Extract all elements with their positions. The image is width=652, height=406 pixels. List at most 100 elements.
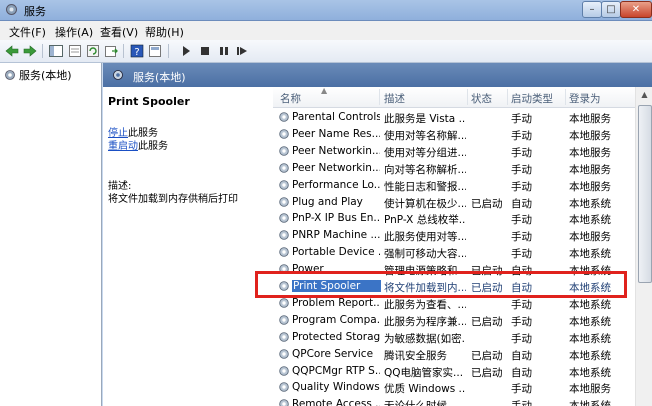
- restart-service-icon[interactable]: [234, 43, 250, 59]
- service-description: 无论什么时候...: [384, 398, 466, 406]
- svg-text:?: ?: [134, 47, 139, 58]
- service-row[interactable]: PNRP Machine ... 此服务使用对等... 手动 本地服务: [273, 227, 635, 244]
- service-row[interactable]: Protected Storage 为敏感数据(如密... 手动 本地系统: [273, 329, 635, 346]
- service-description: 此服务是 Vista ...: [384, 113, 466, 125]
- service-row[interactable]: QPCore Service 腾讯安全服务 已启动 自动 本地系统: [273, 346, 635, 363]
- service-logon-as: 本地系统: [569, 298, 611, 311]
- service-logon-as: 本地系统: [569, 332, 611, 345]
- service-startup-type: 手动: [511, 398, 563, 406]
- service-startup-type: 手动: [511, 315, 532, 328]
- service-startup-type: 手动: [511, 146, 532, 159]
- window-title: 服务: [24, 5, 46, 18]
- service-row[interactable]: Plug and Play 使计算机在极少... 已启动 自动 本地系统: [273, 194, 635, 211]
- service-description: 使用对等分组进...: [384, 146, 466, 159]
- service-description: 强制可移动大容...: [384, 248, 466, 261]
- services-list: ▲ 名称 描述 状态 启动类型 登录为 Parental Controls 此服务…: [273, 87, 652, 406]
- service-logon-as: 本地系统: [569, 398, 633, 406]
- start-service-icon[interactable]: [178, 43, 194, 59]
- service-logon-as: 本地服务: [569, 231, 611, 244]
- menu-view[interactable]: 查看(V): [100, 24, 138, 40]
- tree-item-services-local[interactable]: 服务(本地): [4, 67, 72, 82]
- scroll-up-icon[interactable]: ▲: [636, 87, 652, 103]
- scrollbar-thumb[interactable]: [638, 105, 652, 283]
- service-gear-icon: [279, 112, 289, 122]
- service-logon-as: 本地服务: [569, 163, 611, 176]
- service-rows: Parental Controls 此服务是 Vista ... 手动 本地服务 Pee…: [273, 107, 635, 406]
- service-gear-icon: [279, 382, 289, 393]
- service-name: Portable Device ...: [292, 246, 380, 259]
- column-header-description[interactable]: 描述: [384, 91, 405, 106]
- column-header-name[interactable]: 名称: [280, 91, 301, 106]
- service-startup-type: 手动: [511, 248, 532, 261]
- selected-service-title: Print Spooler: [108, 95, 190, 108]
- column-header-logon-as[interactable]: 登录为: [569, 91, 601, 106]
- service-name: Parental Controls: [292, 111, 380, 123]
- minimize-button[interactable]: –: [582, 1, 602, 18]
- service-name: QPCore Service: [292, 347, 374, 360]
- service-name: Problem Report...: [292, 296, 380, 309]
- pause-service-icon[interactable]: [216, 43, 232, 59]
- service-startup-type: 手动: [511, 332, 532, 345]
- column-header-startup-type[interactable]: 启动类型: [511, 91, 553, 106]
- service-name: Peer Networkin...: [292, 144, 380, 157]
- view-icon[interactable]: [147, 43, 163, 59]
- service-startup-type: 手动: [511, 129, 532, 142]
- back-arrow-icon[interactable]: [4, 43, 20, 59]
- service-name: PnP-X IP Bus En...: [292, 212, 380, 225]
- service-row[interactable]: Remote Access ... 无论什么时候... 手动本地系统: [273, 396, 635, 406]
- service-row[interactable]: Parental Controls 此服务是 Vista ... 手动 本地服务: [273, 109, 635, 126]
- help-icon[interactable]: ?: [129, 43, 145, 59]
- service-status: 已启动: [471, 366, 503, 379]
- service-logon-as: 本地服务: [569, 129, 611, 142]
- service-row[interactable]: QQPCMgr RTP S... QQ电脑管家实... 已启动 自动 本地系统: [273, 363, 635, 380]
- services-gear-icon: [113, 70, 123, 80]
- service-logon-as: 本地系统: [569, 349, 611, 362]
- service-name: Remote Access ...: [292, 398, 380, 406]
- service-row[interactable]: Peer Networkin... 向对等名称解析... 手动 本地服务: [273, 160, 635, 177]
- service-name: Peer Name Res...: [292, 127, 380, 140]
- content-header: 服务(本地): [103, 63, 652, 87]
- maximize-button[interactable]: □: [601, 1, 621, 18]
- toolbar: ?: [0, 40, 652, 63]
- menu-file[interactable]: 文件(F): [9, 24, 46, 40]
- highlight-annotation-box: [255, 271, 627, 298]
- list-header: ▲ 名称 描述 状态 启动类型 登录为: [273, 87, 635, 108]
- services-gear-icon: [5, 70, 15, 80]
- restart-service-link[interactable]: 重启动: [108, 141, 138, 152]
- service-gear-icon: [279, 399, 289, 406]
- menu-help[interactable]: 帮助(H): [145, 24, 184, 40]
- close-button[interactable]: ✕: [620, 1, 652, 18]
- menu-action[interactable]: 操作(A): [55, 24, 93, 40]
- show-tree-icon[interactable]: [48, 43, 64, 59]
- service-gear-icon: [279, 146, 289, 156]
- service-description: 使用对等名称解...: [384, 129, 466, 142]
- service-logon-as: 本地服务: [569, 146, 611, 159]
- service-row[interactable]: Portable Device ... 强制可移动大容... 手动 本地系统: [273, 244, 635, 261]
- service-row[interactable]: Program Compa... 此服务为程序兼... 已启动 手动 本地系统: [273, 312, 635, 329]
- forward-arrow-icon[interactable]: [22, 43, 38, 59]
- menu-bar: 文件(F) 操作(A) 查看(V) 帮助(H): [0, 21, 652, 41]
- description-panel: Print Spooler 停止此服务 重启动此服务 描述: 将文件加载到内存供…: [103, 87, 273, 406]
- description-text: 将文件加载到内存供稍后打印: [108, 194, 238, 205]
- properties-icon[interactable]: [67, 43, 83, 59]
- export-list-icon[interactable]: [103, 43, 119, 59]
- title-bar: 服务 – □ ✕: [0, 0, 652, 21]
- service-row[interactable]: Peer Networkin... 使用对等分组进... 手动 本地服务: [273, 143, 635, 160]
- service-name: Program Compa...: [292, 313, 380, 326]
- vertical-scrollbar[interactable]: ▲: [635, 87, 652, 406]
- services-gear-icon: [6, 4, 17, 15]
- service-description: 使计算机在极少...: [384, 197, 466, 210]
- service-row[interactable]: Peer Name Res... 使用对等名称解... 手动 本地服务: [273, 126, 635, 143]
- service-startup-type: 手动: [511, 180, 532, 193]
- service-startup-type: 手动: [511, 231, 532, 244]
- service-row[interactable]: PnP-X IP Bus En... PnP-X 总线枚举... 手动 本地系统: [273, 210, 635, 227]
- column-header-status[interactable]: 状态: [471, 91, 492, 106]
- stop-service-icon[interactable]: [197, 43, 213, 59]
- content-pane: 服务(本地) Print Spooler 停止此服务 重启动此服务 描述: 将文…: [103, 63, 652, 406]
- refresh-icon[interactable]: [85, 43, 101, 59]
- service-gear-icon: [279, 196, 289, 207]
- service-name: Peer Networkin...: [292, 161, 380, 174]
- service-logon-as: 本地服务: [569, 383, 611, 396]
- service-row[interactable]: Performance Lo... 性能日志和警报... 手动 本地服务: [273, 177, 635, 194]
- service-row[interactable]: Quality Windows... 优质 Windows ... 手动 本地服务: [273, 379, 635, 396]
